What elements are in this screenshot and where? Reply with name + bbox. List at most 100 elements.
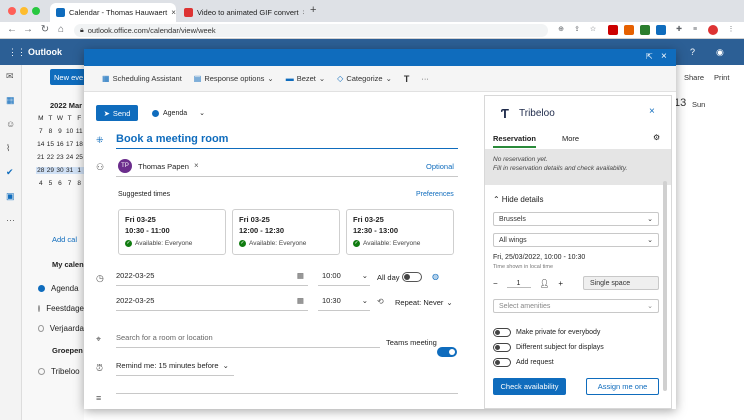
mini-calendar-day[interactable]: 6 xyxy=(55,180,65,187)
send-button[interactable]: ➤ Send xyxy=(96,105,138,121)
minimize-window-dot[interactable] xyxy=(20,7,28,15)
attendees-field[interactable]: TP Thomas Papen × Optional xyxy=(116,157,458,177)
optional-link[interactable]: Optional xyxy=(426,162,454,171)
mini-calendar-day[interactable]: 17 xyxy=(65,141,75,148)
group-item[interactable]: Tribeloo xyxy=(38,361,80,381)
suggested-time-card[interactable]: Fri 03-25 12:00 - 12:30 ✓ Available: Ever… xyxy=(232,209,340,255)
scheduling-assistant-button[interactable]: ▦ Scheduling Assistant xyxy=(102,74,182,83)
mail-icon[interactable]: ✉ xyxy=(6,71,14,82)
calendar-picker-icon[interactable]: ▦ xyxy=(297,271,304,280)
calendar-icon[interactable]: ▦ xyxy=(6,95,15,106)
mini-calendar-day[interactable]: 21 xyxy=(36,154,46,161)
suggested-time-card[interactable]: Fri 03-25 12:30 - 13:00 ✓ Available: Ever… xyxy=(346,209,454,255)
people-icon[interactable]: ☺ xyxy=(6,119,15,129)
close-dialog-icon[interactable]: × xyxy=(661,51,667,62)
categorize-button[interactable]: ◇ Categorize ⌄ xyxy=(337,74,392,83)
settings-gear-icon[interactable]: ⚙ xyxy=(653,133,660,142)
mini-calendar-day[interactable]: 7 xyxy=(65,180,75,187)
more-options-button[interactable]: ··· xyxy=(421,74,429,83)
repeat-dropdown[interactable]: Repeat: Never ⌄ xyxy=(395,298,453,307)
tab-video-gif[interactable]: Video to animated GIF convert × xyxy=(178,3,304,22)
busy-status-button[interactable]: ▬ Bezet ⌄ xyxy=(286,74,325,83)
mini-calendar-day[interactable]: 1 xyxy=(74,167,84,174)
media-icon[interactable]: ≡ xyxy=(690,25,700,35)
tribeloo-addin-button[interactable]: T xyxy=(404,74,410,84)
globe-icon[interactable]: ◍ xyxy=(432,272,439,281)
share-icon[interactable]: ⇪ xyxy=(572,25,582,35)
mini-calendar-day[interactable]: 24 xyxy=(65,154,75,161)
calendar-color-dot[interactable] xyxy=(38,304,41,312)
mini-calendar-day[interactable]: 16 xyxy=(55,141,65,148)
notes-editor[interactable] xyxy=(116,393,458,409)
start-time-field[interactable]: 10:00 ⌄ xyxy=(318,271,370,286)
suggested-time-card[interactable]: Fri 03-25 10:30 - 11:00 ✓ Available: Ever… xyxy=(118,209,226,255)
mini-calendar-day[interactable]: 18 xyxy=(74,141,84,148)
attach-icon[interactable]: ⌇ xyxy=(6,143,10,154)
mini-calendar-day[interactable]: 10 xyxy=(65,128,75,135)
popout-icon[interactable]: ⇱ xyxy=(646,52,653,61)
groups-header[interactable]: Groepen xyxy=(52,346,83,355)
app-launcher-icon[interactable]: ⋮⋮ xyxy=(8,47,26,58)
mini-calendar-day[interactable]: 25 xyxy=(74,154,84,161)
mini-calendar-day[interactable]: 5 xyxy=(46,180,56,187)
amenities-select[interactable]: Select amenities ⌄ xyxy=(493,299,659,313)
attendee-name[interactable]: Thomas Papen xyxy=(138,162,189,171)
start-date-field[interactable]: 2022-03-25 ▦ xyxy=(116,271,308,286)
home-icon[interactable]: ⌂ xyxy=(55,24,67,35)
calendar-name[interactable]: Agenda xyxy=(51,284,79,293)
calendar-picker-icon[interactable]: ▦ xyxy=(297,296,304,305)
calendar-picker[interactable]: Agenda ⌄ xyxy=(152,109,205,117)
tab-more[interactable]: More xyxy=(562,134,579,143)
my-calendars-header[interactable]: My calen xyxy=(52,260,84,269)
mini-calendar-day[interactable]: 29 xyxy=(45,167,56,174)
profile-avatar[interactable] xyxy=(708,25,718,35)
private-toggle[interactable] xyxy=(493,328,511,337)
extension-blue-icon[interactable] xyxy=(656,25,666,35)
assign-me-one-button[interactable]: Assign me one xyxy=(586,378,659,395)
todo-icon[interactable]: ✔ xyxy=(6,167,14,178)
panel-scrollbar[interactable] xyxy=(663,181,667,391)
extension-green-icon[interactable] xyxy=(640,25,650,35)
event-title-input[interactable]: Book a meeting room xyxy=(116,133,458,149)
mini-calendar-day[interactable]: 15 xyxy=(46,141,56,148)
location-select[interactable]: Brussels ⌄ xyxy=(493,212,659,226)
mini-calendar-day[interactable]: 28 xyxy=(36,167,46,174)
add-calendar-link[interactable]: Add cal xyxy=(52,235,77,244)
zoom-icon[interactable]: ⊕ xyxy=(556,25,566,35)
teams-icon[interactable]: ▣ xyxy=(6,191,15,202)
mini-calendar-day[interactable]: 8 xyxy=(74,180,84,187)
extension-red-icon[interactable] xyxy=(608,25,618,35)
increment-button[interactable]: + xyxy=(558,279,563,288)
subject-toggle[interactable] xyxy=(493,343,511,352)
reload-icon[interactable]: ↻ xyxy=(39,24,51,35)
mini-calendar-day[interactable]: 7 xyxy=(36,128,46,135)
mini-calendar-day[interactable]: 4 xyxy=(36,180,46,187)
mini-calendar-day[interactable]: 8 xyxy=(46,128,56,135)
wing-select[interactable]: All wings ⌄ xyxy=(493,233,659,247)
all-day-toggle[interactable] xyxy=(402,272,422,282)
mini-calendar-day[interactable]: 22 xyxy=(46,154,56,161)
preferences-link[interactable]: Preferences xyxy=(416,191,454,198)
remove-attendee-icon[interactable]: × xyxy=(194,161,199,170)
forward-icon[interactable]: → xyxy=(22,24,34,35)
decrement-button[interactable]: − xyxy=(493,279,498,288)
close-panel-icon[interactable]: × xyxy=(649,106,655,117)
user-avatar[interactable]: ◉ xyxy=(716,47,724,58)
close-tab-icon[interactable]: × xyxy=(171,8,176,17)
extensions-puzzle-icon[interactable]: ✚ xyxy=(674,25,684,35)
location-input[interactable]: Search for a room or location xyxy=(116,333,380,348)
end-time-field[interactable]: 10:30 ⌄ xyxy=(318,296,370,311)
print-button[interactable]: Print xyxy=(714,73,729,82)
mini-calendar-day[interactable]: 9 xyxy=(55,128,65,135)
reminder-dropdown[interactable]: Remind me: 15 minutes before ⌄ xyxy=(116,361,234,376)
teams-meeting-toggle[interactable] xyxy=(437,347,457,357)
hide-details-toggle[interactable]: ⌃ Hide details xyxy=(493,195,544,204)
people-count[interactable]: 1 xyxy=(506,280,531,288)
chrome-menu-icon[interactable]: ⋮ xyxy=(726,25,736,35)
check-availability-button[interactable]: Check availability xyxy=(493,378,566,395)
response-options-button[interactable]: ▤ Response options ⌄ xyxy=(194,74,274,83)
space-type-select[interactable]: Single space xyxy=(583,276,659,290)
more-apps-icon[interactable]: ··· xyxy=(6,215,15,225)
end-date-field[interactable]: 2022-03-25 ▦ xyxy=(116,296,308,311)
close-window-dot[interactable] xyxy=(8,7,16,15)
